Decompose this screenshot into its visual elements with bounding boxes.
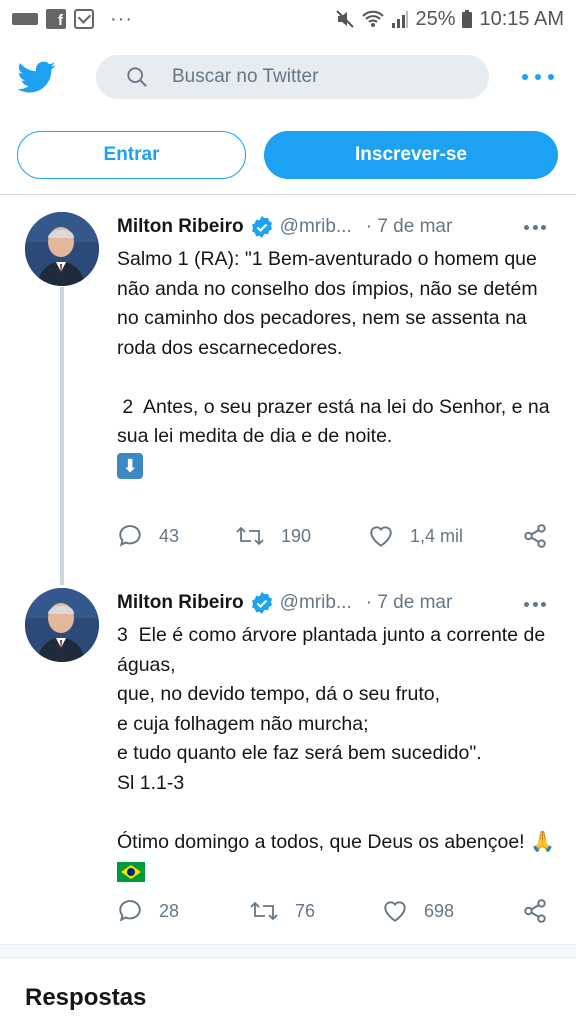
reply-count: 28 [159,900,180,921]
share-button[interactable] [522,523,548,549]
tweet-text: Salmo 1 (RA): "1 Bem-aventurado o homem … [117,245,557,481]
search-bar[interactable]: Buscar no Twitter [96,55,489,99]
reply-button[interactable]: 28 [117,898,179,924]
search-input[interactable]: Buscar no Twitter [172,66,318,88]
mute-icon [336,10,355,28]
praying-hands-emoji: 🙏 [530,830,555,853]
search-icon [127,67,147,87]
like-button[interactable]: 698 [382,898,454,924]
tweet-actions: 28 76 698 [117,898,557,928]
share-icon [524,524,546,548]
down-arrow-emoji: ⬇ [117,453,143,480]
reply-button[interactable]: 43 [117,523,179,549]
auth-buttons: Entrar Inscrever-se [0,130,576,180]
verified-badge-icon [251,216,272,238]
clock: 10:15 AM [479,7,564,30]
more-notifications-icon: ··· [110,7,133,30]
wifi-icon [362,10,385,27]
tweet-text-content: 3 Ele é como árvore plantada junto a cor… [117,621,557,887]
battery-icon [462,10,473,28]
signup-button[interactable]: Inscrever-se [264,131,558,179]
retweet-button[interactable]: 76 [249,898,315,924]
retweet-button[interactable]: 190 [235,523,311,549]
twitter-logo-icon[interactable] [18,58,56,96]
retweet-count: 190 [281,525,312,546]
share-button[interactable] [522,898,548,924]
reply-icon [119,900,141,922]
section-divider [0,944,576,958]
retweet-icon [236,526,264,546]
tweet-more-icon[interactable] [524,602,546,608]
app-header: Buscar no Twitter [0,38,576,116]
mail-icon [74,9,94,29]
login-button[interactable]: Entrar [17,131,246,179]
like-count: 1,4 mil [410,525,464,546]
tweet-date[interactable]: · 7 de mar [366,216,453,238]
tweet-header: Milton Ribeiro @mrib... · 7 de mar [117,589,557,617]
retweet-count: 76 [295,900,316,921]
tweet-more-icon[interactable] [524,225,546,231]
signal-icon [392,11,409,28]
notification-icon [12,13,38,25]
tweet-text: 3 Ele é como árvore plantada junto a cor… [117,621,557,887]
like-button[interactable]: 1,4 mil [368,523,463,549]
tweet[interactable]: Milton Ribeiro @mrib... · 7 de mar 3 Ele… [0,575,576,945]
heart-icon [370,526,392,547]
status-bar: f ··· 25% 10:15 AM [0,0,576,38]
tweet-actions: 43 190 1,4 mil [117,523,557,553]
verified-badge-icon [251,592,272,614]
tweet-text-content: Salmo 1 (RA): "1 Bem-aventurado o homem … [117,248,550,447]
author-name[interactable]: Milton Ribeiro [117,592,244,614]
tweet-header: Milton Ribeiro @mrib... · 7 de mar [117,213,557,241]
heart-icon [384,901,406,922]
tweet-date[interactable]: · 7 de mar [366,592,453,614]
author-name[interactable]: Milton Ribeiro [117,216,244,238]
retweet-icon [250,901,278,921]
avatar[interactable] [25,212,99,286]
more-options-icon[interactable] [522,65,554,89]
reply-icon [119,525,141,547]
avatar[interactable] [25,588,99,662]
like-count: 698 [424,900,455,921]
share-icon [524,899,546,923]
battery-percent: 25% [415,7,456,30]
author-handle[interactable]: @mrib... [280,216,352,238]
author-handle[interactable]: @mrib... [280,592,352,614]
tweet[interactable]: Milton Ribeiro @mrib... · 7 de mar Salmo… [0,195,576,575]
brazil-flag-icon [117,861,145,882]
replies-heading: Respostas [25,984,147,1011]
reply-count: 43 [159,525,180,546]
facebook-icon: f [46,9,66,29]
